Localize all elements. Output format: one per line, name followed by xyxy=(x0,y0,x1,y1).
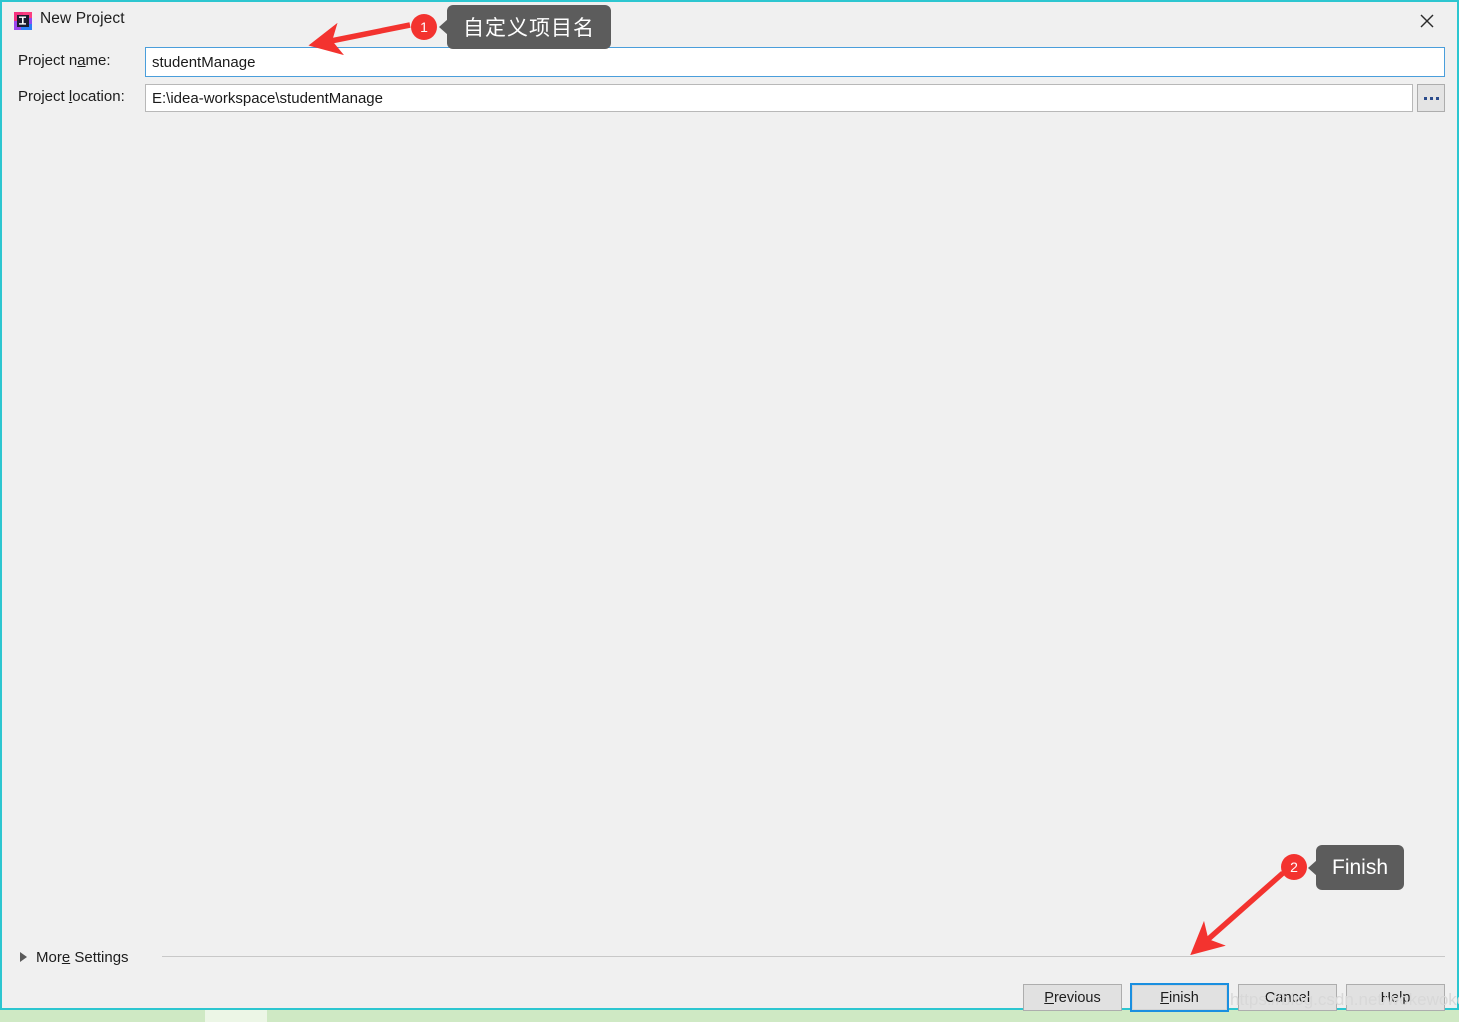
background-strip-middle xyxy=(205,1008,267,1022)
new-project-dialog: New Project Project name: Project locati… xyxy=(0,0,1459,1012)
project-location-label: Project location: xyxy=(18,88,125,105)
help-button[interactable]: Help xyxy=(1346,984,1445,1011)
dialog-titlebar: New Project xyxy=(2,2,1457,40)
background-strip-left xyxy=(0,1008,205,1022)
finish-button[interactable]: Finish xyxy=(1130,983,1229,1012)
cancel-button[interactable]: Cancel xyxy=(1238,984,1337,1011)
more-settings-divider xyxy=(162,956,1445,957)
more-settings-label: More Settings xyxy=(36,948,129,966)
intellij-idea-icon xyxy=(14,12,32,30)
browse-location-button[interactable] xyxy=(1417,84,1445,112)
chevron-right-icon xyxy=(20,952,27,962)
previous-button[interactable]: Previous xyxy=(1023,984,1122,1011)
close-icon[interactable] xyxy=(1405,4,1449,38)
more-settings-toggle[interactable]: More Settings xyxy=(20,946,129,968)
dialog-title: New Project xyxy=(40,10,125,27)
ellipsis-icon xyxy=(1423,96,1439,100)
project-location-input[interactable] xyxy=(145,84,1413,112)
project-name-label: Project name: xyxy=(18,52,111,69)
project-name-input[interactable] xyxy=(145,47,1445,77)
